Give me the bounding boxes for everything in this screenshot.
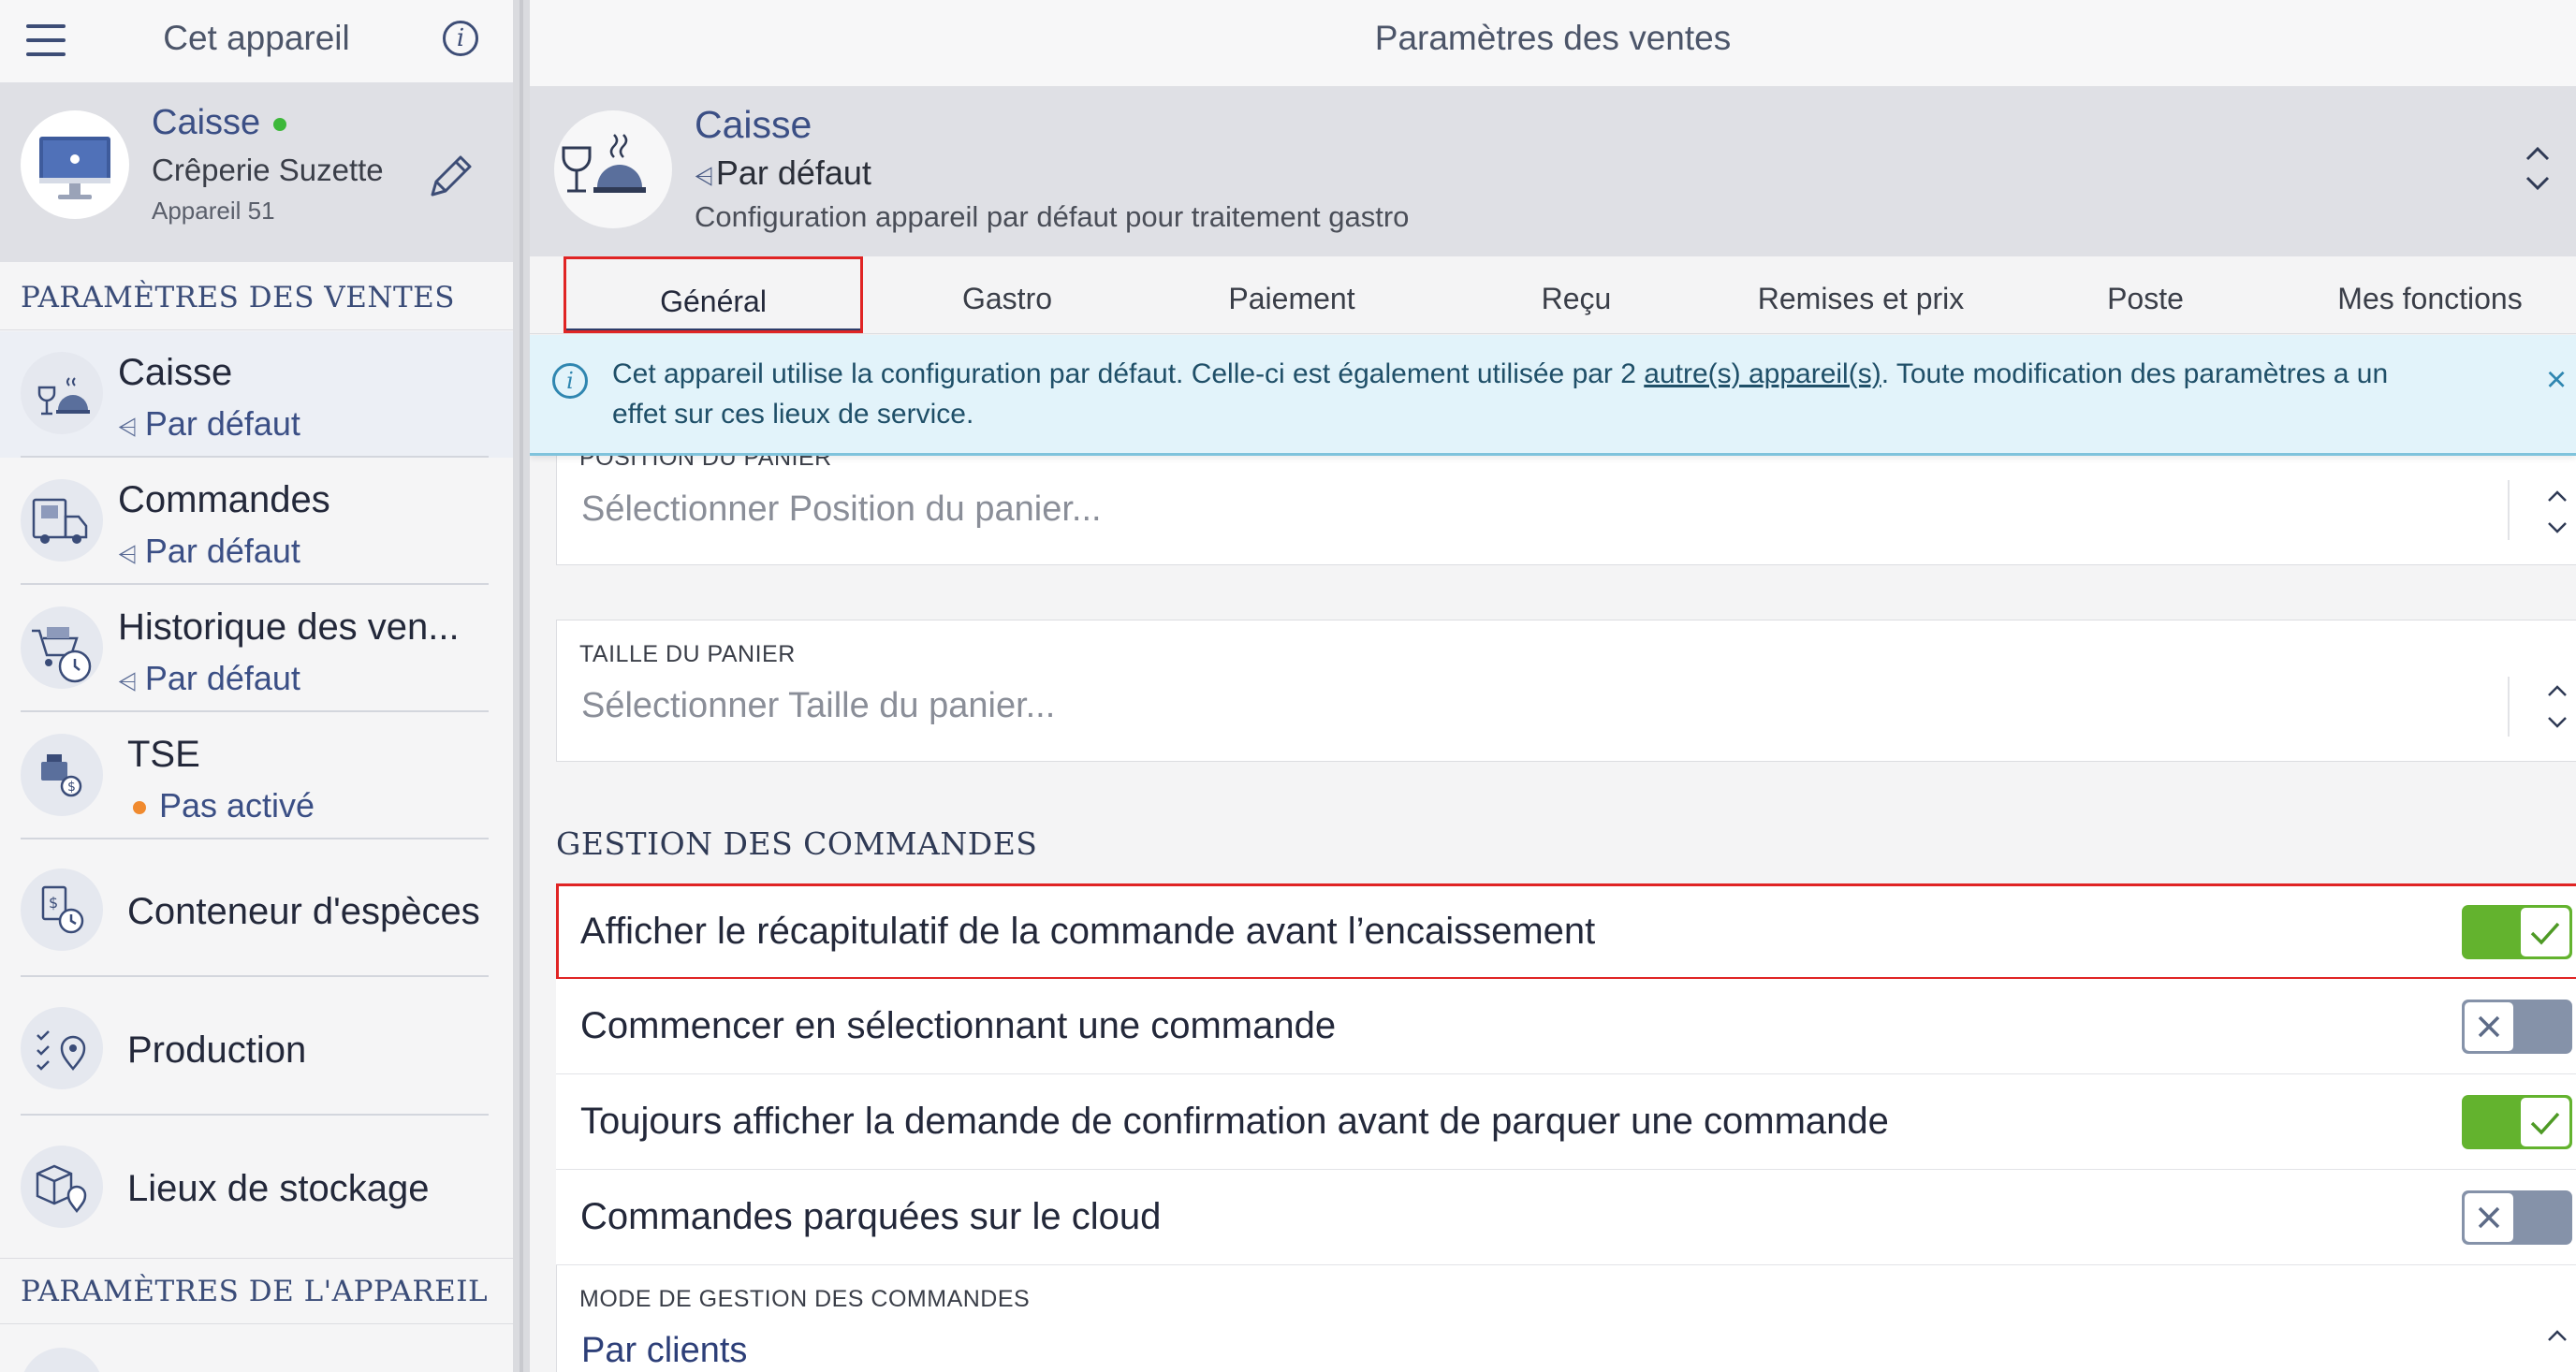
- tab-paiement[interactable]: Paiement: [1149, 256, 1434, 333]
- cloud-parked-orders-toggle[interactable]: [2462, 1190, 2572, 1245]
- sidebar-item-subtitle: Pas activé: [133, 786, 315, 825]
- sidebar-item-title: Conteneur d'espèces: [127, 891, 480, 932]
- x-icon: [2478, 1206, 2500, 1229]
- field-label: TAILLE DU PANIER: [579, 641, 796, 667]
- split-view-divider[interactable]: [513, 0, 530, 1372]
- profile-name: Caisse: [695, 103, 812, 146]
- profile-subtitle: ⩤Par défaut: [695, 153, 871, 192]
- show-order-summary-toggle[interactable]: [2462, 905, 2572, 959]
- field-placeholder: Sélectionner Taille du panier...: [581, 686, 1056, 725]
- share-icon: ⩤: [695, 162, 714, 190]
- toggle-row-cloud-parked-orders: Commandes parquées sur le cloud: [556, 1170, 2576, 1265]
- toggle-label: Commencer en sélectionnant une commande: [580, 1005, 1337, 1046]
- sidebar-item-caisse[interactable]: Caisse ⩤ Par défaut: [0, 331, 513, 458]
- device-id: Appareil 51: [152, 197, 275, 225]
- info-banner: i Cet appareil utilise la configuration …: [530, 335, 2576, 456]
- main-header: Paramètres des ventes: [530, 0, 2576, 87]
- info-icon[interactable]: i: [443, 21, 478, 56]
- x-icon: [2478, 1015, 2500, 1038]
- sidebar-item-production[interactable]: Production: [0, 979, 513, 1116]
- storage-location-icon: [21, 1146, 103, 1228]
- sidebar-item-title: Commandes: [118, 479, 330, 520]
- field-label: MODE DE GESTION DES COMMANDES: [579, 1286, 1031, 1312]
- delivery-truck-icon: [21, 479, 103, 562]
- sidebar-item-subtitle: ⩤ Par défaut: [118, 532, 300, 570]
- tab-bar: Général Gastro Paiement Reçu Remises et …: [530, 256, 2576, 334]
- section-label-device: PARAMÈTRES DE L'APPAREIL: [21, 1275, 489, 1308]
- sidebar-item-historique[interactable]: Historique des ven... ⩤ Par défaut: [0, 586, 513, 712]
- checkmark-icon: [2530, 1112, 2560, 1135]
- section-heading-orders: GESTION DES COMMANDES: [556, 825, 1038, 862]
- tab-remises-et-prix[interactable]: Remises et prix: [1719, 256, 2003, 333]
- toggle-label: Commandes parquées sur le cloud: [580, 1196, 1162, 1237]
- toggle-row-park-confirmation: Toujours afficher la demande de confirma…: [556, 1074, 2576, 1170]
- profile-description: Configuration appareil par défaut pour t…: [695, 200, 1410, 233]
- tab-poste[interactable]: Poste: [2003, 256, 2288, 333]
- edit-pencil-icon[interactable]: [423, 148, 479, 204]
- expand-collapse-icon[interactable]: [2524, 140, 2552, 197]
- share-icon: ⩤: [118, 413, 138, 441]
- device-card[interactable]: Caisse Crêperie Suzette Appareil 51: [0, 82, 513, 262]
- info-banner-text: Cet appareil utilise la configuration pa…: [612, 358, 2389, 430]
- register-icon: [21, 352, 103, 434]
- online-status-dot: [273, 117, 287, 131]
- toggle-row-start-with-order: Commencer en sélectionnant une commande: [556, 979, 2576, 1074]
- sidebar-item-tse[interactable]: $ TSE Pas activé: [0, 713, 513, 839]
- status-dot: [133, 801, 146, 815]
- toggle-label: Toujours afficher la demande de confirma…: [580, 1101, 1889, 1142]
- page-title: Paramètres des ventes: [1374, 19, 1732, 57]
- order-mode-select[interactable]: MODE DE GESTION DES COMMANDES Par client…: [556, 1265, 2576, 1372]
- sidebar-item-title: TSE: [127, 734, 200, 775]
- device-name: Caisse: [152, 103, 287, 143]
- sidebar-item-title: Historique des ven...: [118, 606, 460, 648]
- park-confirmation-toggle[interactable]: [2462, 1095, 2572, 1149]
- monitor-icon: [21, 110, 129, 219]
- tab-general[interactable]: Général: [564, 256, 863, 333]
- sidebar-item-lieux[interactable]: Lieux de stockage: [0, 1117, 513, 1258]
- sidebar: Cet appareil i Caisse Crêperie Suzette A…: [0, 0, 513, 1372]
- select-arrows-icon: [2543, 1325, 2571, 1372]
- sidebar-item-subtitle: ⩤ Par défaut: [118, 659, 300, 697]
- tab-gastro[interactable]: Gastro: [865, 256, 1149, 333]
- svg-text:$: $: [67, 780, 76, 795]
- profile-card[interactable]: Caisse ⩤Par défaut Configuration apparei…: [530, 86, 2576, 256]
- main-panel: Paramètres des ventes Caisse ⩤Par défaut…: [530, 0, 2576, 1372]
- select-arrows-icon: [2543, 486, 2571, 542]
- toggle-label: Afficher le récapitulatif de la commande…: [580, 911, 1596, 952]
- info-icon: i: [552, 363, 588, 399]
- svg-text:$: $: [49, 894, 58, 912]
- field-placeholder: Sélectionner Position du panier...: [581, 489, 1102, 529]
- start-with-order-toggle[interactable]: [2462, 1000, 2572, 1054]
- sidebar-item-subtitle: ⩤ Par défaut: [118, 404, 300, 443]
- field-value: Par clients: [581, 1331, 748, 1370]
- tab-mes-fonctions[interactable]: Mes fonctions: [2288, 256, 2572, 333]
- section-label-sales: PARAMÈTRES DES VENTES: [21, 281, 455, 314]
- device-settings-icon: [21, 1348, 103, 1372]
- close-icon[interactable]: ×: [2546, 362, 2576, 398]
- device-location: Crêperie Suzette: [152, 153, 384, 187]
- sidebar-item-title: Production: [127, 1029, 307, 1071]
- sidebar-item-commandes[interactable]: Commandes ⩤ Par défaut: [0, 459, 513, 585]
- tse-icon: $: [21, 734, 103, 816]
- toggle-row-show-order-summary: Afficher le récapitulatif de la commande…: [556, 883, 2576, 980]
- checkmark-icon: [2530, 922, 2560, 945]
- sidebar-item-conteneur[interactable]: $ Conteneur d'espèces: [0, 840, 513, 977]
- select-arrows-icon: [2543, 680, 2571, 737]
- cash-container-icon: $: [21, 868, 103, 951]
- sidebar-item-title: Caisse: [118, 352, 233, 393]
- register-icon: [554, 110, 672, 228]
- tab-recu[interactable]: Reçu: [1434, 256, 1719, 333]
- production-icon: [21, 1007, 103, 1089]
- sidebar-item-title: Lieux de stockage: [127, 1168, 430, 1209]
- share-icon: ⩤: [118, 667, 138, 695]
- cart-size-select[interactable]: TAILLE DU PANIER Sélectionner Taille du …: [556, 620, 2576, 762]
- sales-history-icon: [21, 606, 103, 689]
- sidebar-header: Cet appareil i: [0, 0, 513, 83]
- sidebar-title: Cet appareil: [163, 19, 350, 57]
- share-icon: ⩤: [118, 540, 138, 568]
- other-devices-link[interactable]: autre(s) appareil(s): [1644, 358, 1881, 389]
